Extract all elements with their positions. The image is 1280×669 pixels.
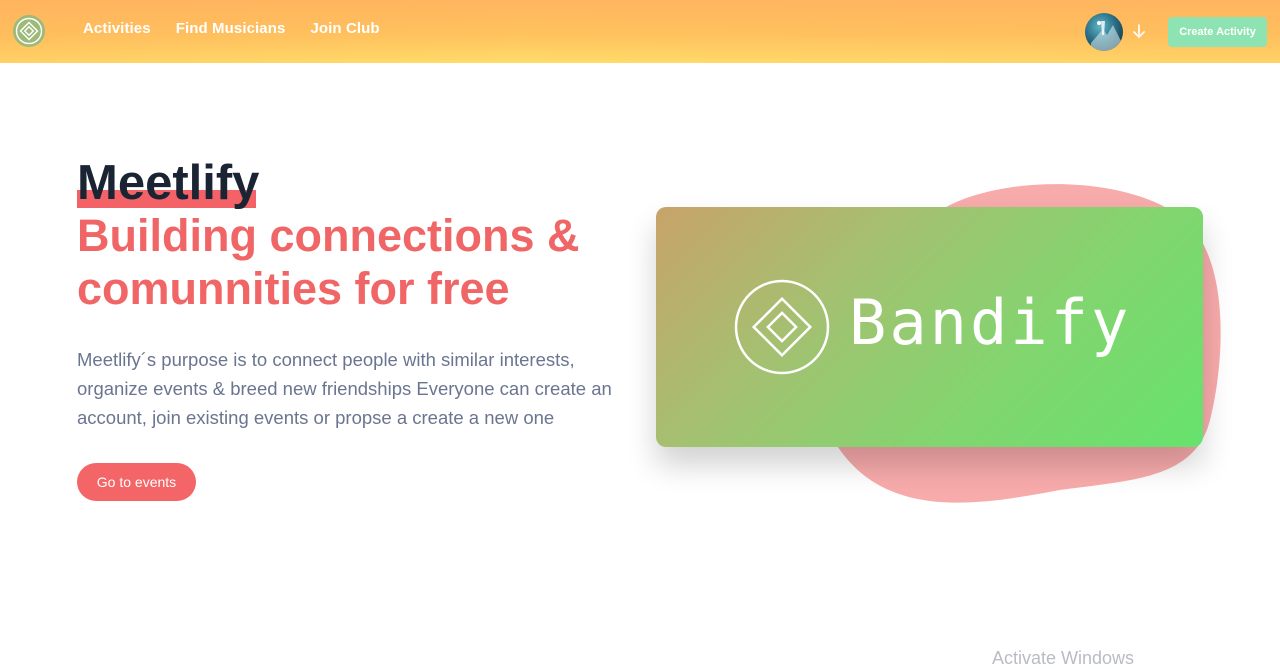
home-logo[interactable] [13, 15, 45, 47]
user-avatar[interactable] [1085, 13, 1123, 51]
hero-headline: Building connections & comunnities for f… [77, 210, 580, 314]
diamond-logo-icon [15, 17, 43, 45]
nav-link-join-club[interactable]: Join Club [310, 20, 379, 37]
main-nav: Activities Find Musicians Join Club [83, 20, 380, 37]
account-menu-toggle[interactable] [1131, 22, 1147, 45]
nav-link-find-musicians[interactable]: Find Musicians [176, 20, 286, 37]
card-title: Bandify [849, 286, 1132, 359]
brand-title: Meetlify [77, 156, 260, 210]
bandify-promo-card: Bandify [656, 207, 1203, 447]
avatar-image [1091, 21, 1121, 51]
arrow-down-icon [1133, 24, 1145, 38]
create-activity-button[interactable]: Create Activity [1168, 17, 1267, 47]
nav-link-activities[interactable]: Activities [83, 20, 151, 37]
go-to-events-button[interactable]: Go to events [77, 463, 196, 501]
diamond-logo-icon [734, 279, 830, 375]
os-watermark: Activate Windows [992, 648, 1135, 668]
hero-description: Meetlify´s purpose is to connect people … [77, 349, 612, 428]
